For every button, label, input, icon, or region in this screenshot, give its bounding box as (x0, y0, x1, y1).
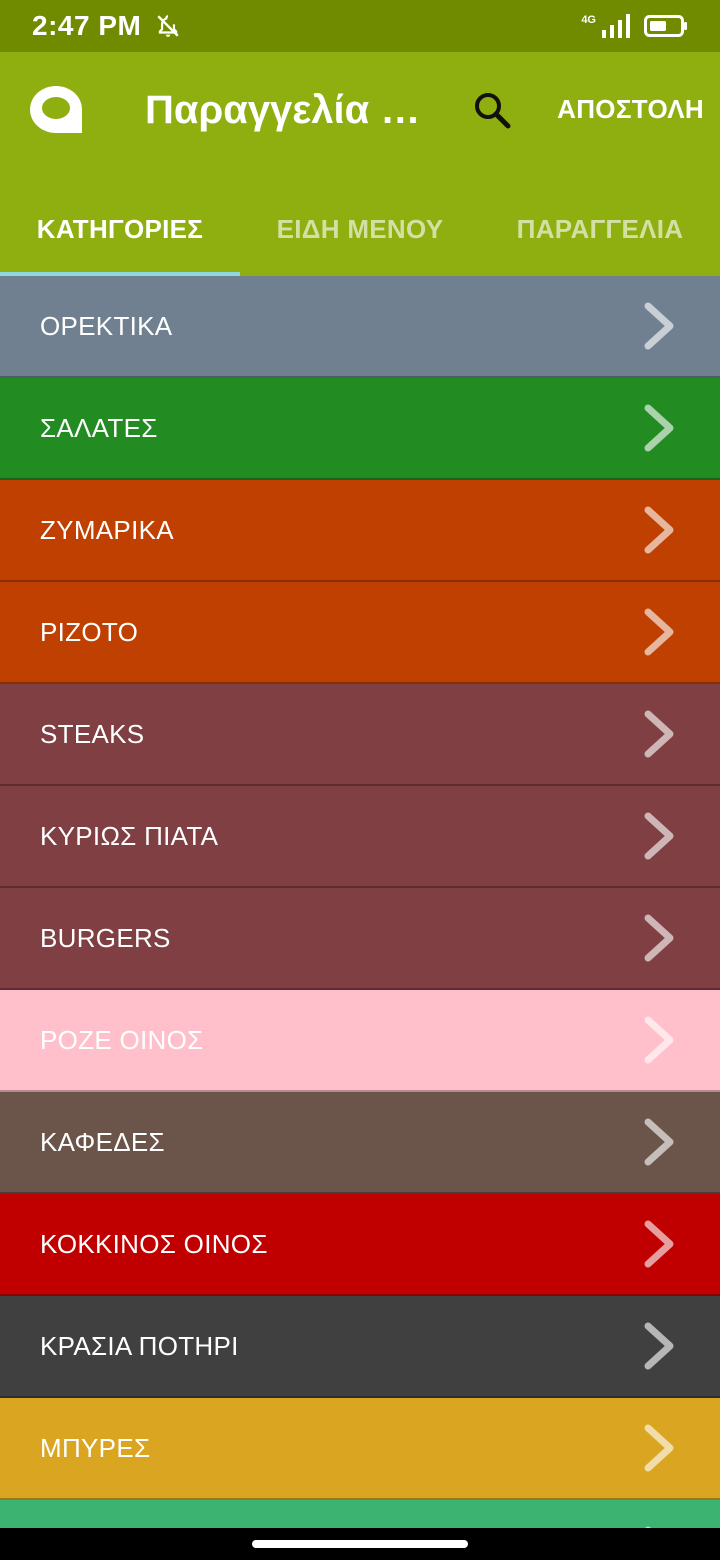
tab-menu-items[interactable]: ΕΙΔΗ ΜΕΝΟΥ (240, 182, 480, 276)
category-row[interactable]: ΣΑΛΑΤΕΣ (0, 378, 720, 480)
chevron-right-icon (644, 710, 674, 758)
battery-icon (644, 15, 687, 37)
category-label: ΜΠΥΡΕΣ (40, 1432, 151, 1463)
category-row[interactable]: STEAKS (0, 684, 720, 786)
chevron-right-icon (644, 1322, 674, 1370)
category-row[interactable]: ΚΑΦΕΔΕΣ (0, 1092, 720, 1194)
category-row[interactable]: ΜΠΥΡΕΣ (0, 1398, 720, 1500)
send-button[interactable]: ΑΠΟΣΤΟΛΗ (557, 94, 704, 125)
category-row[interactable]: ΟΡΕΚΤΙΚΑ (0, 276, 720, 378)
category-label: STEAKS (40, 718, 145, 749)
category-label: ΚΟΚΚΙΝΟΣ ΟΙΝΟΣ (40, 1228, 268, 1259)
chevron-right-icon (644, 1424, 674, 1472)
screen: 2:47 PM 4G Παραγγελία π... ΑΠΟΣΤΟΛΗ ΚΑΤΗ… (0, 0, 720, 1560)
tab-order[interactable]: ΠΑΡΑΓΓΕΛΙΑ (480, 182, 720, 276)
chevron-right-icon (644, 1220, 674, 1268)
category-label: ΣΑΛΑΤΕΣ (40, 412, 158, 443)
category-label: ΡΟΖΕ ΟΙΝΟΣ (40, 1024, 204, 1055)
chevron-right-icon (644, 302, 674, 350)
signal-icon (602, 14, 630, 38)
search-icon[interactable] (470, 88, 514, 132)
home-indicator[interactable] (252, 1540, 468, 1548)
category-label: ΚΥΡΙΩΣ ΠΙΑΤΑ (40, 820, 219, 851)
category-row[interactable] (0, 1500, 720, 1528)
tab-bar: ΚΑΤΗΓΟΡΙΕΣ ΕΙΔΗ ΜΕΝΟΥ ΠΑΡΑΓΓΕΛΙΑ (0, 182, 720, 276)
status-bar: 2:47 PM 4G (0, 0, 720, 52)
category-label: BURGERS (40, 922, 171, 953)
category-label: ΟΡΕΚΤΙΚΑ (40, 310, 173, 341)
chevron-right-icon (644, 1016, 674, 1064)
chevron-right-icon (644, 812, 674, 860)
chevron-right-icon (644, 1118, 674, 1166)
app-bar: Παραγγελία π... ΑΠΟΣΤΟΛΗ ΚΑΤΗΓΟΡΙΕΣ ΕΙΔΗ… (0, 52, 720, 276)
category-label: ΡΙΖΟΤΟ (40, 616, 139, 647)
category-label: ΚΑΦΕΔΕΣ (40, 1126, 165, 1157)
bell-off-icon (157, 15, 179, 37)
category-row[interactable]: ΖΥΜΑΡΙΚΑ (0, 480, 720, 582)
navigation-bar (0, 1528, 720, 1560)
status-time: 2:47 PM (32, 10, 142, 41)
category-label: ΚΡΑΣΙΑ ΠΟΤΗΡΙ (40, 1330, 239, 1361)
category-label: ΖΥΜΑΡΙΚΑ (40, 514, 174, 545)
chevron-right-icon (644, 914, 674, 962)
category-row[interactable]: ΚΥΡΙΩΣ ΠΙΑΤΑ (0, 786, 720, 888)
chat-bubble-logo-icon[interactable] (30, 86, 82, 134)
category-list: ΟΡΕΚΤΙΚΑ ΣΑΛΑΤΕΣ ΖΥΜΑΡΙΚΑ ΡΙΖΟΤΟ STEAKS ΚΥΡΙΩ… (0, 276, 720, 1528)
chevron-right-icon (644, 404, 674, 452)
category-row[interactable]: BURGERS (0, 888, 720, 990)
network-label: 4G (581, 13, 596, 26)
status-right: 4G (581, 14, 688, 38)
category-row[interactable]: ΡΟΖΕ ΟΙΝΟΣ (0, 990, 720, 1092)
chevron-right-icon (644, 506, 674, 554)
category-row[interactable]: ΚΡΑΣΙΑ ΠΟΤΗΡΙ (0, 1296, 720, 1398)
tab-categories[interactable]: ΚΑΤΗΓΟΡΙΕΣ (0, 182, 240, 276)
chevron-right-icon (644, 608, 674, 656)
category-row[interactable]: ΚΟΚΚΙΝΟΣ ΟΙΝΟΣ (0, 1194, 720, 1296)
app-title: Παραγγελία π... (145, 88, 435, 132)
category-row[interactable]: ΡΙΖΟΤΟ (0, 582, 720, 684)
